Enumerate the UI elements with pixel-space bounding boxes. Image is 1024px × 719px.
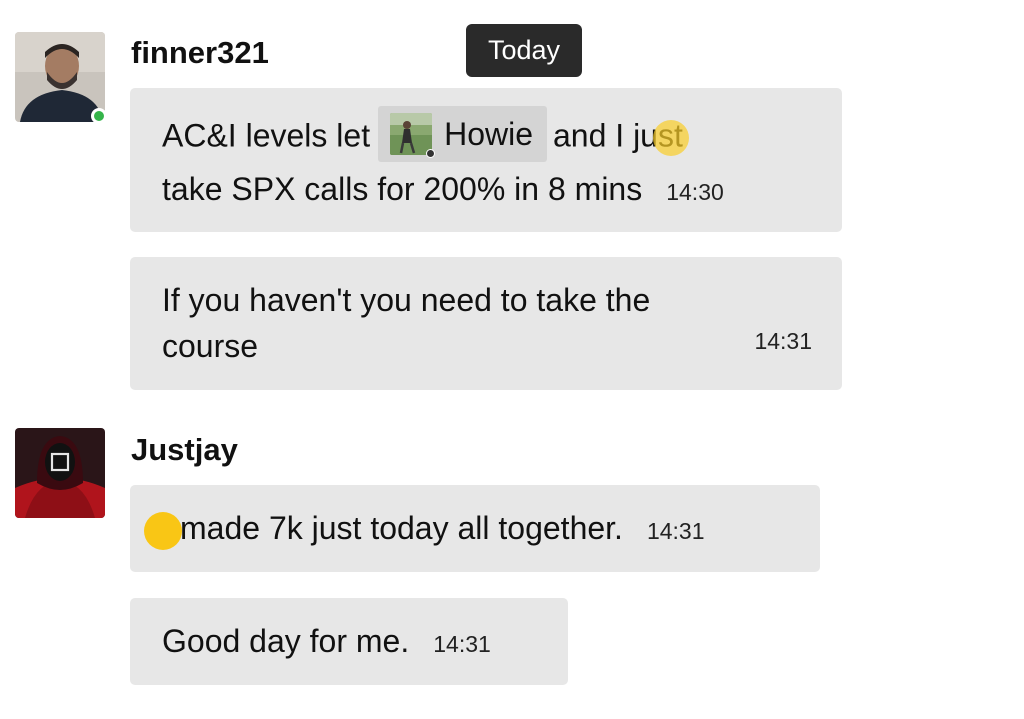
touch-indicator-icon <box>653 120 689 156</box>
mention-label: Howie <box>444 116 533 152</box>
message-text: course <box>162 328 259 364</box>
message-timestamp: 14:31 <box>754 328 812 354</box>
touch-indicator-icon <box>144 512 182 550</box>
message-bubble[interactable]: made 7k just today all together. 14:31 <box>130 485 820 572</box>
message-bubble[interactable]: Good day for me. 14:31 <box>130 598 568 685</box>
message-line: AC&I levels let Howie and I just <box>162 106 812 166</box>
message-timestamp: 14:30 <box>666 179 724 205</box>
message-bubble[interactable]: AC&I levels let Howie and I just take SPX … <box>130 88 842 232</box>
message-line: made 7k just today all together. 14:31 <box>180 505 790 554</box>
message-bubble[interactable]: If you haven't you need to take the cour… <box>130 257 842 390</box>
online-status-icon <box>91 108 107 124</box>
message-timestamp: 14:31 <box>433 631 491 657</box>
message-text: AC&I levels let <box>162 117 371 154</box>
avatar[interactable] <box>15 428 105 518</box>
date-divider: Today <box>466 24 582 77</box>
mention-avatar <box>390 113 436 158</box>
message-timestamp: 14:31 <box>646 518 705 544</box>
user-mention[interactable]: Howie <box>378 106 547 162</box>
message-line: take SPX calls for 200% in 8 mins 14:30 <box>162 166 812 215</box>
avatar-image <box>15 428 105 518</box>
message-line: Good day for me. 14:31 <box>162 618 538 667</box>
username[interactable]: Justjay <box>131 432 238 468</box>
username[interactable]: finner321 <box>131 35 269 71</box>
avatar-image <box>15 32 105 122</box>
message-text: take SPX calls for 200% in 8 mins <box>162 171 643 207</box>
message-text: made 7k just today all together. <box>180 510 623 546</box>
message-text: If you haven't you need to take the <box>162 282 651 318</box>
message-text: Good day for me. <box>162 623 410 659</box>
avatar[interactable] <box>15 32 107 124</box>
mention-status-icon <box>426 149 436 158</box>
